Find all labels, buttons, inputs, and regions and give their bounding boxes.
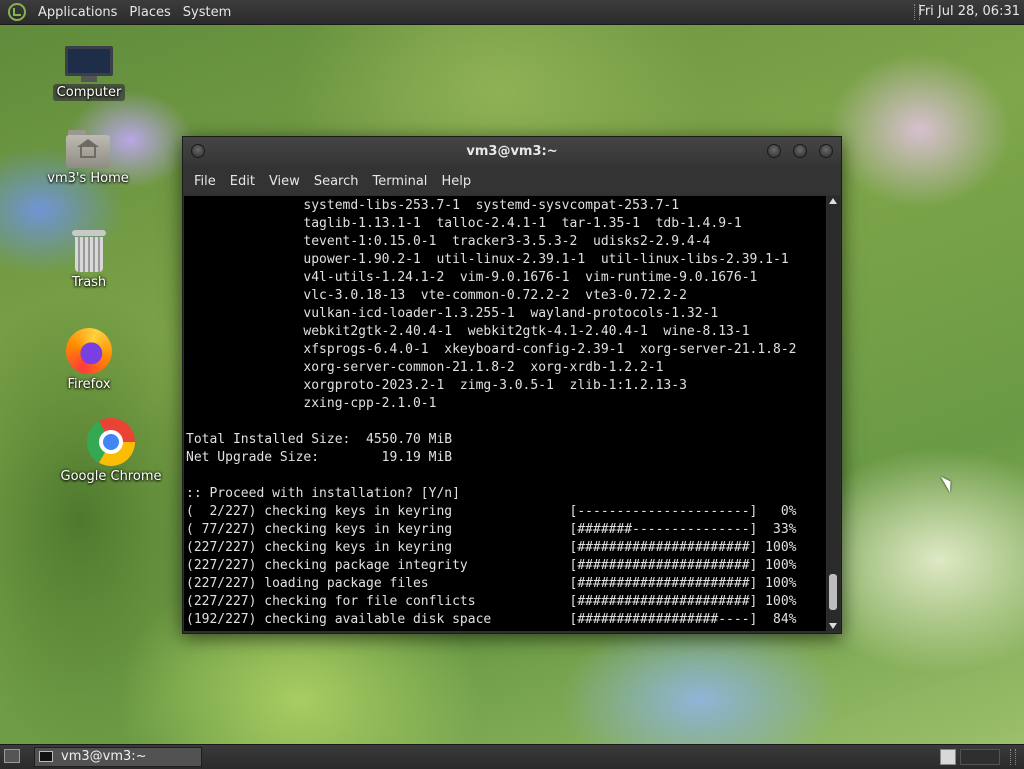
- terminal-line: (227/227) loading package files [#######…: [186, 576, 797, 591]
- terminal-line: v4l-utils-1.24.1-2 vim-9.0.1676-1 vim-ru…: [186, 270, 758, 285]
- top-panel: Applications Places System Fri Jul 28, 0…: [0, 0, 1024, 25]
- terminal-line: webkit2gtk-2.40.4-1 webkit2gtk-4.1-2.40.…: [186, 324, 750, 339]
- taskbar-item-terminal[interactable]: vm3@vm3:~: [34, 747, 202, 767]
- maximize-button[interactable]: [793, 144, 807, 158]
- terminal-line: ( 77/227) checking keys in keyring [####…: [186, 522, 797, 537]
- places-menu[interactable]: Places: [123, 5, 176, 20]
- applications-menu[interactable]: Applications: [32, 5, 123, 20]
- terminal-line: (227/227) checking keys in keyring [####…: [186, 540, 797, 555]
- terminal-line: vulkan-icd-loader-1.3.255-1 wayland-prot…: [186, 306, 719, 321]
- terminal-line: zxing-cpp-2.1.0-1: [186, 396, 437, 411]
- taskbar-item-label: vm3@vm3:~: [61, 749, 147, 764]
- terminal-line: Net Upgrade Size: 19.19 MiB: [186, 450, 453, 465]
- menu-file[interactable]: File: [189, 174, 225, 189]
- terminal-line: :: Proceed with installation? [Y/n]: [186, 486, 460, 501]
- terminal-line: xorg-server-common-21.1.8-2 xorg-xrdb-1.…: [186, 360, 664, 375]
- menu-view[interactable]: View: [264, 174, 309, 189]
- terminal-window[interactable]: vm3@vm3:~ File Edit View Search Terminal…: [182, 136, 842, 634]
- terminal-icon: [39, 751, 53, 762]
- terminal-output[interactable]: systemd-libs-253.7-1 systemd-sysvcompat-…: [184, 196, 826, 631]
- terminal-line: ( 2/227) checking keys in keyring [-----…: [186, 504, 797, 519]
- desktop-icon-home[interactable]: vm3's Home: [33, 130, 143, 187]
- terminal-line: xfsprogs-6.4.0-1 xkeyboard-config-2.39-1…: [186, 342, 797, 357]
- menu-terminal[interactable]: Terminal: [367, 174, 436, 189]
- trash-icon: [72, 230, 106, 272]
- window-menu-icon[interactable]: [191, 144, 205, 158]
- close-button[interactable]: [819, 144, 833, 158]
- desktop-icon-label: Google Chrome: [60, 469, 162, 484]
- terminal-text: systemd-libs-253.7-1 systemd-sysvcompat-…: [184, 196, 826, 629]
- bottom-panel: vm3@vm3:~: [0, 744, 1024, 769]
- terminal-line: upower-1.90.2-1 util-linux-2.39.1-1 util…: [186, 252, 789, 267]
- computer-icon: [65, 46, 113, 82]
- home-folder-icon: [66, 130, 110, 168]
- terminal-line: (227/227) checking package integrity [##…: [186, 558, 797, 573]
- terminal-line: Total Installed Size: 4550.70 MiB: [186, 432, 453, 447]
- clock[interactable]: Fri Jul 28, 06:31: [918, 0, 1020, 24]
- desktop-icon-label: Trash: [71, 275, 107, 290]
- terminal-line: taglib-1.13.1-1 talloc-2.4.1-1 tar-1.35-…: [186, 216, 742, 231]
- desktop-icon-label: Computer: [52, 84, 126, 101]
- desktop-icon-firefox[interactable]: Firefox: [34, 328, 144, 393]
- terminal-line: systemd-libs-253.7-1 systemd-sysvcompat-…: [186, 198, 680, 213]
- desktop-icon-label: Firefox: [67, 377, 111, 392]
- panel-separator: [1010, 749, 1016, 765]
- mouse-cursor-icon: [940, 473, 956, 493]
- desktop-icon-trash[interactable]: Trash: [34, 230, 144, 291]
- system-menu[interactable]: System: [177, 5, 237, 20]
- workspace-1-button[interactable]: [940, 749, 956, 765]
- terminal-line: (192/227) checking available disk space …: [186, 612, 797, 627]
- terminal-line: vlc-3.0.18-13 vte-common-0.72.2-2 vte3-0…: [186, 288, 687, 303]
- scroll-down-icon[interactable]: [829, 623, 837, 629]
- minimize-button[interactable]: [767, 144, 781, 158]
- desktop-icon-label: vm3's Home: [47, 171, 129, 186]
- terminal-menubar: File Edit View Search Terminal Help: [183, 167, 841, 195]
- desktop-icon-computer[interactable]: Computer: [34, 46, 144, 101]
- menu-search[interactable]: Search: [309, 174, 368, 189]
- terminal-line: (227/227) checking for file conflicts [#…: [186, 594, 797, 609]
- terminal-line: tevent-1:0.15.0-1 tracker3-3.5.3-2 udisk…: [186, 234, 711, 249]
- desktop-icon-chrome[interactable]: Google Chrome: [56, 418, 166, 485]
- terminal-line: xorgproto-2023.2-1 zimg-3.0.5-1 zlib-1:1…: [186, 378, 687, 393]
- firefox-icon: [66, 328, 112, 374]
- menu-help[interactable]: Help: [436, 174, 480, 189]
- window-title: vm3@vm3:~: [466, 144, 558, 159]
- terminal-scrollbar[interactable]: [827, 196, 840, 631]
- scrollbar-thumb[interactable]: [829, 574, 837, 610]
- window-titlebar[interactable]: vm3@vm3:~: [183, 137, 841, 167]
- scroll-up-icon[interactable]: [829, 198, 837, 204]
- chrome-icon: [87, 418, 135, 466]
- show-desktop-button[interactable]: [4, 749, 20, 763]
- menu-edit[interactable]: Edit: [225, 174, 264, 189]
- workspace-2-button[interactable]: [960, 749, 1000, 765]
- menu-logo-icon[interactable]: [8, 3, 26, 21]
